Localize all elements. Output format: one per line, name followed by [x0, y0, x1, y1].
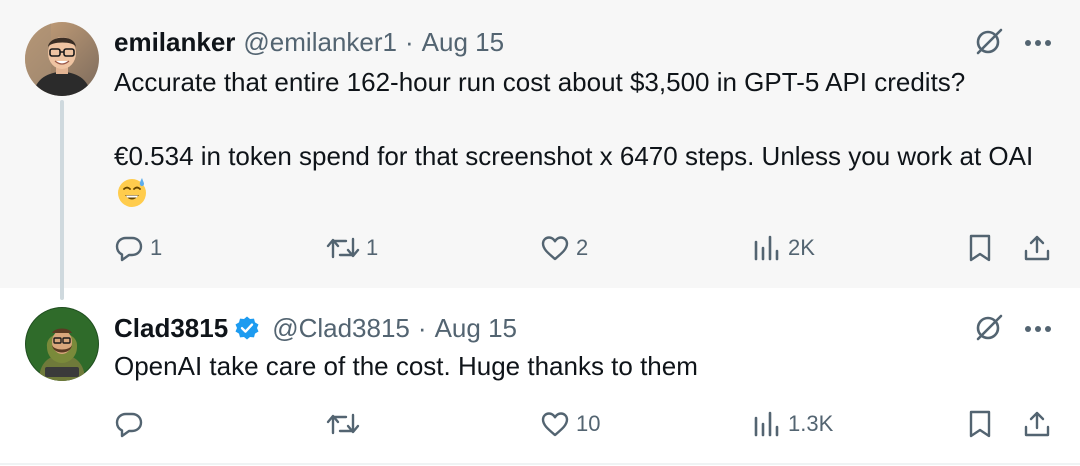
like-button[interactable]: 10	[540, 404, 600, 444]
share-button[interactable]	[1022, 228, 1052, 268]
views-icon	[752, 233, 782, 263]
tweet-text-line: OpenAI take care of the cost. Huge thank…	[114, 351, 698, 381]
avatar[interactable]	[25, 22, 99, 96]
reply-button[interactable]: 1	[114, 228, 162, 268]
reply-icon	[114, 409, 144, 439]
bookmark-button[interactable]	[966, 228, 994, 268]
views-count: 1.3K	[788, 411, 834, 436]
retweet-icon	[326, 409, 360, 439]
reply-thread: emilanker @emilanker1 · Aug 15 Accurate …	[0, 0, 1080, 466]
grok-icon[interactable]	[974, 312, 1004, 347]
share-icon	[1022, 233, 1052, 263]
views-button[interactable]: 2K	[752, 228, 815, 268]
views-count: 2K	[788, 235, 815, 260]
avatar[interactable]	[25, 307, 99, 381]
tweet-top-actions	[974, 312, 1052, 347]
like-icon	[540, 233, 570, 263]
bookmark-icon	[966, 233, 994, 263]
tweet-text: Accurate that entire 162-hour run cost a…	[114, 64, 1054, 218]
verified-badge-icon	[234, 315, 260, 341]
display-name[interactable]: Clad3815	[114, 313, 228, 344]
grok-icon[interactable]	[974, 26, 1004, 61]
tweet-actions: 1 1 2 2K	[114, 228, 1054, 268]
retweet-icon	[326, 233, 360, 263]
like-button[interactable]: 2	[540, 228, 588, 268]
display-name[interactable]: emilanker	[114, 27, 235, 58]
retweet-button[interactable]	[326, 404, 366, 444]
tweet-text-line-2: €0.534 in token spend for that screensho…	[114, 138, 1054, 218]
like-count: 2	[576, 235, 589, 260]
tweet-text: OpenAI take care of the cost. Huge thank…	[114, 348, 1054, 385]
tweet-date[interactable]: Aug 15	[422, 27, 504, 58]
user-handle[interactable]: @Clad3815	[272, 313, 410, 344]
reply-count: 1	[150, 235, 163, 260]
more-icon[interactable]	[1024, 321, 1052, 339]
like-count: 10	[576, 411, 601, 436]
reply-button[interactable]	[114, 404, 150, 444]
reply-icon	[114, 233, 144, 263]
tweet-text-line: €0.534 in token spend for that screensho…	[114, 141, 1034, 171]
retweet-button[interactable]: 1	[326, 228, 378, 268]
tweet-text-line: Accurate that entire 162-hour run cost a…	[114, 67, 966, 97]
retweet-count: 1	[366, 235, 379, 260]
views-button[interactable]: 1.3K	[752, 404, 833, 444]
tweet-date[interactable]: Aug 15	[435, 313, 517, 344]
tweet-top-actions	[974, 26, 1052, 61]
like-icon	[540, 409, 570, 439]
user-handle[interactable]: @emilanker1	[243, 27, 397, 58]
separator-dot: ·	[404, 26, 414, 57]
sweat-smile-emoji-icon	[116, 176, 148, 218]
share-icon	[1022, 409, 1052, 439]
tweet-actions: 10 1.3K	[114, 404, 1054, 444]
bookmark-button[interactable]	[966, 404, 994, 444]
share-button[interactable]	[1022, 404, 1052, 444]
tweet-clad3815[interactable]: Clad3815 @Clad3815 · Aug 15 OpenAI take …	[0, 288, 1080, 464]
bookmark-icon	[966, 409, 994, 439]
tweet-header: emilanker @emilanker1 · Aug 15	[114, 22, 504, 62]
tweet-emilanker[interactable]: emilanker @emilanker1 · Aug 15 Accurate …	[0, 0, 1080, 288]
separator-dot: ·	[417, 312, 427, 343]
divider	[0, 463, 1080, 465]
thread-connector-line	[60, 100, 64, 300]
views-icon	[752, 409, 782, 439]
more-icon[interactable]	[1024, 35, 1052, 53]
tweet-header: Clad3815 @Clad3815 · Aug 15	[114, 308, 517, 348]
